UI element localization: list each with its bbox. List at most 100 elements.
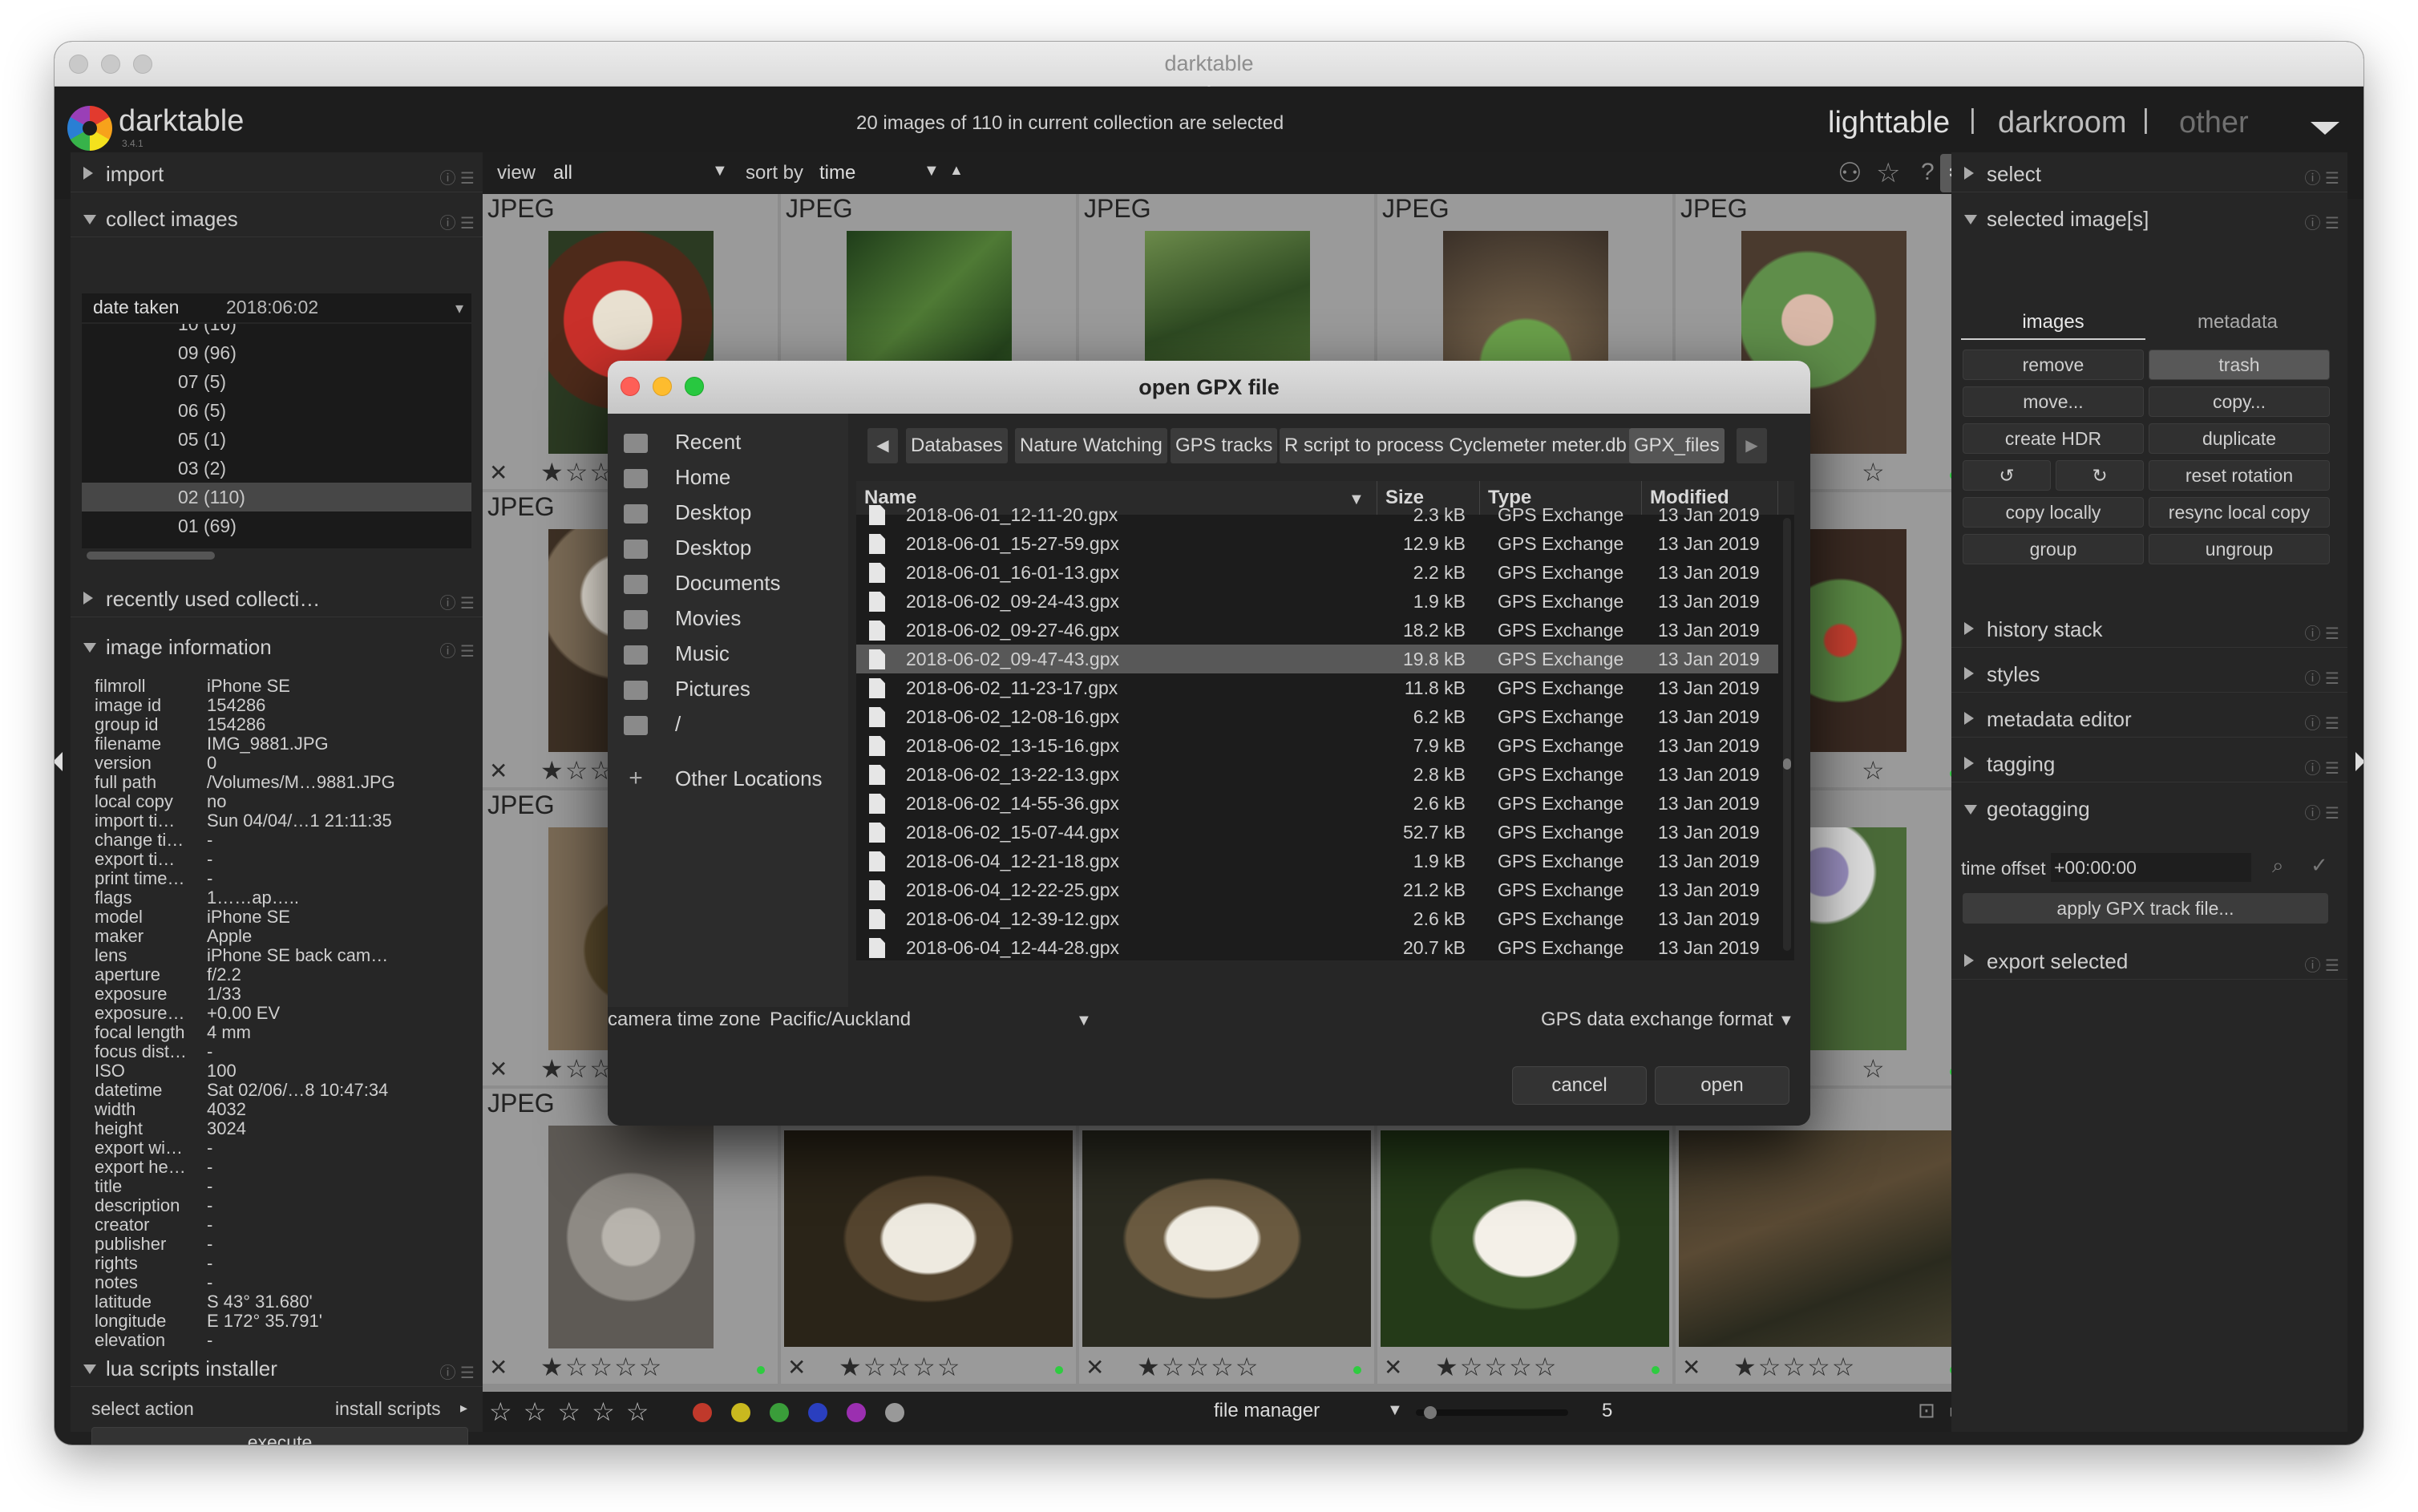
thumbnail-cell[interactable]: JPEG ✕ ★☆☆☆☆ — [483, 1089, 778, 1384]
ungroup-button[interactable]: ungroup — [2149, 534, 2330, 564]
thumbnail-cell[interactable]: ✕ ★☆☆☆☆ — [781, 1089, 1076, 1384]
file-row[interactable]: 2018-06-02_13-15-16.gpx 7.9 kB GPS Exchang… — [856, 731, 1778, 760]
module-options-icon[interactable]: ⓘ ☰ — [2305, 621, 2340, 644]
thumbnail-cell[interactable]: ✕ ★☆☆☆☆ — [1377, 1089, 1672, 1384]
file-row[interactable]: 2018-06-01_12-11-20.gpx 2.3 kB GPS Exchang… — [856, 500, 1778, 529]
zoom-value[interactable]: 5 — [1602, 1400, 1612, 1422]
module-history-stack[interactable]: history stack ⓘ ☰ — [1951, 608, 2347, 648]
module-geotagging[interactable]: geotagging ⓘ ☰ — [1951, 787, 2347, 827]
view-switch-other[interactable]: other — [2179, 106, 2249, 140]
path-back-arrow-icon[interactable]: ◀ — [867, 428, 898, 463]
open-button[interactable]: open — [1655, 1066, 1789, 1105]
file-row[interactable]: 2018-06-04_12-44-28.gpx 20.7 kB GPS Exchan… — [856, 933, 1778, 960]
module-options-icon[interactable]: ⓘ ☰ — [440, 1360, 475, 1383]
color-label-blue[interactable] — [808, 1403, 827, 1422]
module-options-icon[interactable]: ⓘ ☰ — [2305, 800, 2340, 823]
checkmark-icon[interactable]: ✓ — [2311, 853, 2328, 878]
layout-mode-select[interactable]: file manager — [1214, 1400, 1320, 1422]
file-format-select[interactable]: GPS data exchange format — [1541, 1009, 1773, 1031]
file-row[interactable]: 2018-06-02_09-27-46.gpx 18.2 kB GPS Exchan… — [856, 616, 1778, 645]
path-forward-arrow-icon[interactable]: ▶ — [1737, 428, 1767, 463]
color-label-yellow[interactable] — [731, 1403, 750, 1422]
path-crumb[interactable]: GPS tracks — [1171, 428, 1278, 463]
rating-filter-stars[interactable]: ☆☆☆☆☆ — [489, 1397, 660, 1427]
file-list-scrollbar-thumb[interactable] — [1783, 758, 1791, 770]
place-desktop-2[interactable]: Desktop — [624, 536, 751, 568]
zoom-slider-handle[interactable] — [1424, 1406, 1437, 1419]
path-crumb-current[interactable]: GPX_files — [1629, 428, 1725, 463]
copy-locally-button[interactable]: copy locally — [1963, 497, 2144, 528]
view-switch-lighttable[interactable]: lighttable — [1828, 106, 1950, 140]
reject-icon[interactable]: ✕ — [489, 758, 507, 784]
date-item[interactable]: 07 (5) — [82, 367, 471, 396]
date-list-scrollbar[interactable] — [87, 552, 215, 560]
star-rating-partial[interactable]: ☆ — [1862, 755, 1886, 786]
star-rating[interactable]: ★☆☆☆☆ — [1435, 1352, 1558, 1382]
view-menu-dropdown-icon[interactable] — [2311, 122, 2339, 135]
module-import[interactable]: import ⓘ ☰ — [71, 152, 483, 192]
file-row[interactable]: 2018-06-01_15-27-59.gpx 12.9 kB GPS Exchan… — [856, 529, 1778, 558]
format-dropdown-icon[interactable]: ▼ — [1778, 1012, 1794, 1030]
camera-time-zone-select[interactable]: Pacific/Auckland — [770, 1009, 911, 1031]
focus-peaking-icon[interactable]: ⊡ — [1918, 1398, 1935, 1423]
module-options-icon[interactable]: ⓘ ☰ — [440, 165, 475, 188]
module-export-selected[interactable]: export selected ⓘ ☰ — [1951, 940, 2347, 980]
module-select[interactable]: select ⓘ ☰ — [1951, 152, 2347, 192]
reject-icon[interactable]: ✕ — [1086, 1354, 1104, 1381]
module-options-icon[interactable]: ⓘ ☰ — [2305, 755, 2340, 778]
apply-gpx-button[interactable]: apply GPX track file... — [1963, 893, 2328, 924]
module-options-icon[interactable]: ⓘ ☰ — [2305, 952, 2340, 976]
star-rating-partial[interactable]: ☆ — [1862, 1053, 1886, 1084]
collect-value[interactable]: 2018:06:02 — [226, 297, 318, 318]
color-label-red[interactable] — [693, 1403, 712, 1422]
file-row[interactable]: 2018-06-02_12-08-16.gpx 6.2 kB GPS Exchang… — [856, 702, 1778, 731]
reject-icon[interactable]: ✕ — [489, 1354, 507, 1381]
remove-button[interactable]: remove — [1963, 350, 2144, 380]
place-home[interactable]: Home — [624, 465, 730, 497]
path-crumb[interactable]: Nature Watching — [1015, 428, 1167, 463]
file-row[interactable]: 2018-06-04_12-39-12.gpx 2.6 kB GPS Exchang… — [856, 904, 1778, 933]
install-scripts-dropdown[interactable]: install scripts — [335, 1398, 441, 1420]
file-list-scrollbar[interactable] — [1783, 518, 1791, 951]
module-options-icon[interactable]: ⓘ ☰ — [2305, 710, 2340, 734]
layout-dropdown-icon[interactable]: ▼ — [1387, 1401, 1403, 1420]
collect-dropdown-icon[interactable]: ▾ — [455, 298, 463, 318]
duplicate-button[interactable]: duplicate — [2149, 423, 2330, 454]
file-row[interactable]: 2018-06-02_13-22-13.gpx 2.8 kB GPS Exchang… — [856, 760, 1778, 789]
execute-button[interactable]: execute — [91, 1427, 468, 1445]
date-item[interactable]: 10 (16) — [82, 324, 471, 338]
reject-icon[interactable]: ✕ — [787, 1354, 806, 1381]
collect-property[interactable]: date taken — [93, 297, 179, 318]
time-offset-input[interactable]: +00:00:00 — [2051, 853, 2251, 882]
module-lua-scripts-installer[interactable]: lua scripts installer ⓘ ☰ — [71, 1347, 483, 1387]
view-filter-select[interactable]: all — [553, 162, 572, 184]
date-item[interactable]: 03 (2) — [82, 454, 471, 483]
file-row[interactable]: 2018-06-02_11-23-17.gpx 11.8 kB GPS Exchan… — [856, 673, 1778, 702]
help-icon[interactable]: ? — [1921, 159, 1935, 186]
date-item[interactable]: 09 (96) — [82, 338, 471, 367]
search-icon[interactable]: ⌕ — [2272, 853, 2284, 879]
place-other-locations[interactable]: + Other Locations — [624, 765, 822, 797]
place-recent[interactable]: Recent — [624, 430, 741, 462]
star-filter-icon[interactable]: ☆ — [1876, 157, 1900, 189]
module-collect-images[interactable]: collect images ⓘ ☰ — [71, 197, 483, 237]
path-crumb[interactable]: Databases — [906, 428, 1008, 463]
time-zone-dropdown-icon[interactable]: ▼ — [1076, 1012, 1092, 1030]
file-row[interactable]: 2018-06-04_12-22-25.gpx 21.2 kB GPS Exchan… — [856, 875, 1778, 904]
resync-local-copy-button[interactable]: resync local copy — [2149, 497, 2330, 528]
view-switch-darkroom[interactable]: darkroom — [1998, 106, 2127, 140]
file-row[interactable]: 2018-06-04_12-21-18.gpx 1.9 kB GPS Exchang… — [856, 847, 1778, 875]
place-pictures[interactable]: Pictures — [624, 677, 750, 709]
date-item-selected[interactable]: 02 (110) — [82, 483, 471, 511]
tab-metadata[interactable]: metadata — [2145, 305, 2330, 340]
move-button[interactable]: move... — [1963, 386, 2144, 417]
color-labels-icon[interactable]: ⚇ — [1838, 157, 1862, 189]
place-music[interactable]: Music — [624, 641, 730, 673]
file-row[interactable]: 2018-06-02_15-07-44.gpx 52.7 kB GPS Exchan… — [856, 818, 1778, 847]
color-label-green[interactable] — [770, 1403, 789, 1422]
star-rating[interactable]: ★☆☆☆☆ — [839, 1352, 961, 1382]
rotate-cw-icon[interactable]: ↻ — [2056, 460, 2144, 491]
module-options-icon[interactable]: ⓘ ☰ — [2305, 210, 2340, 233]
module-options-icon[interactable]: ⓘ ☰ — [440, 638, 475, 661]
module-options-icon[interactable]: ⓘ ☰ — [440, 210, 475, 233]
